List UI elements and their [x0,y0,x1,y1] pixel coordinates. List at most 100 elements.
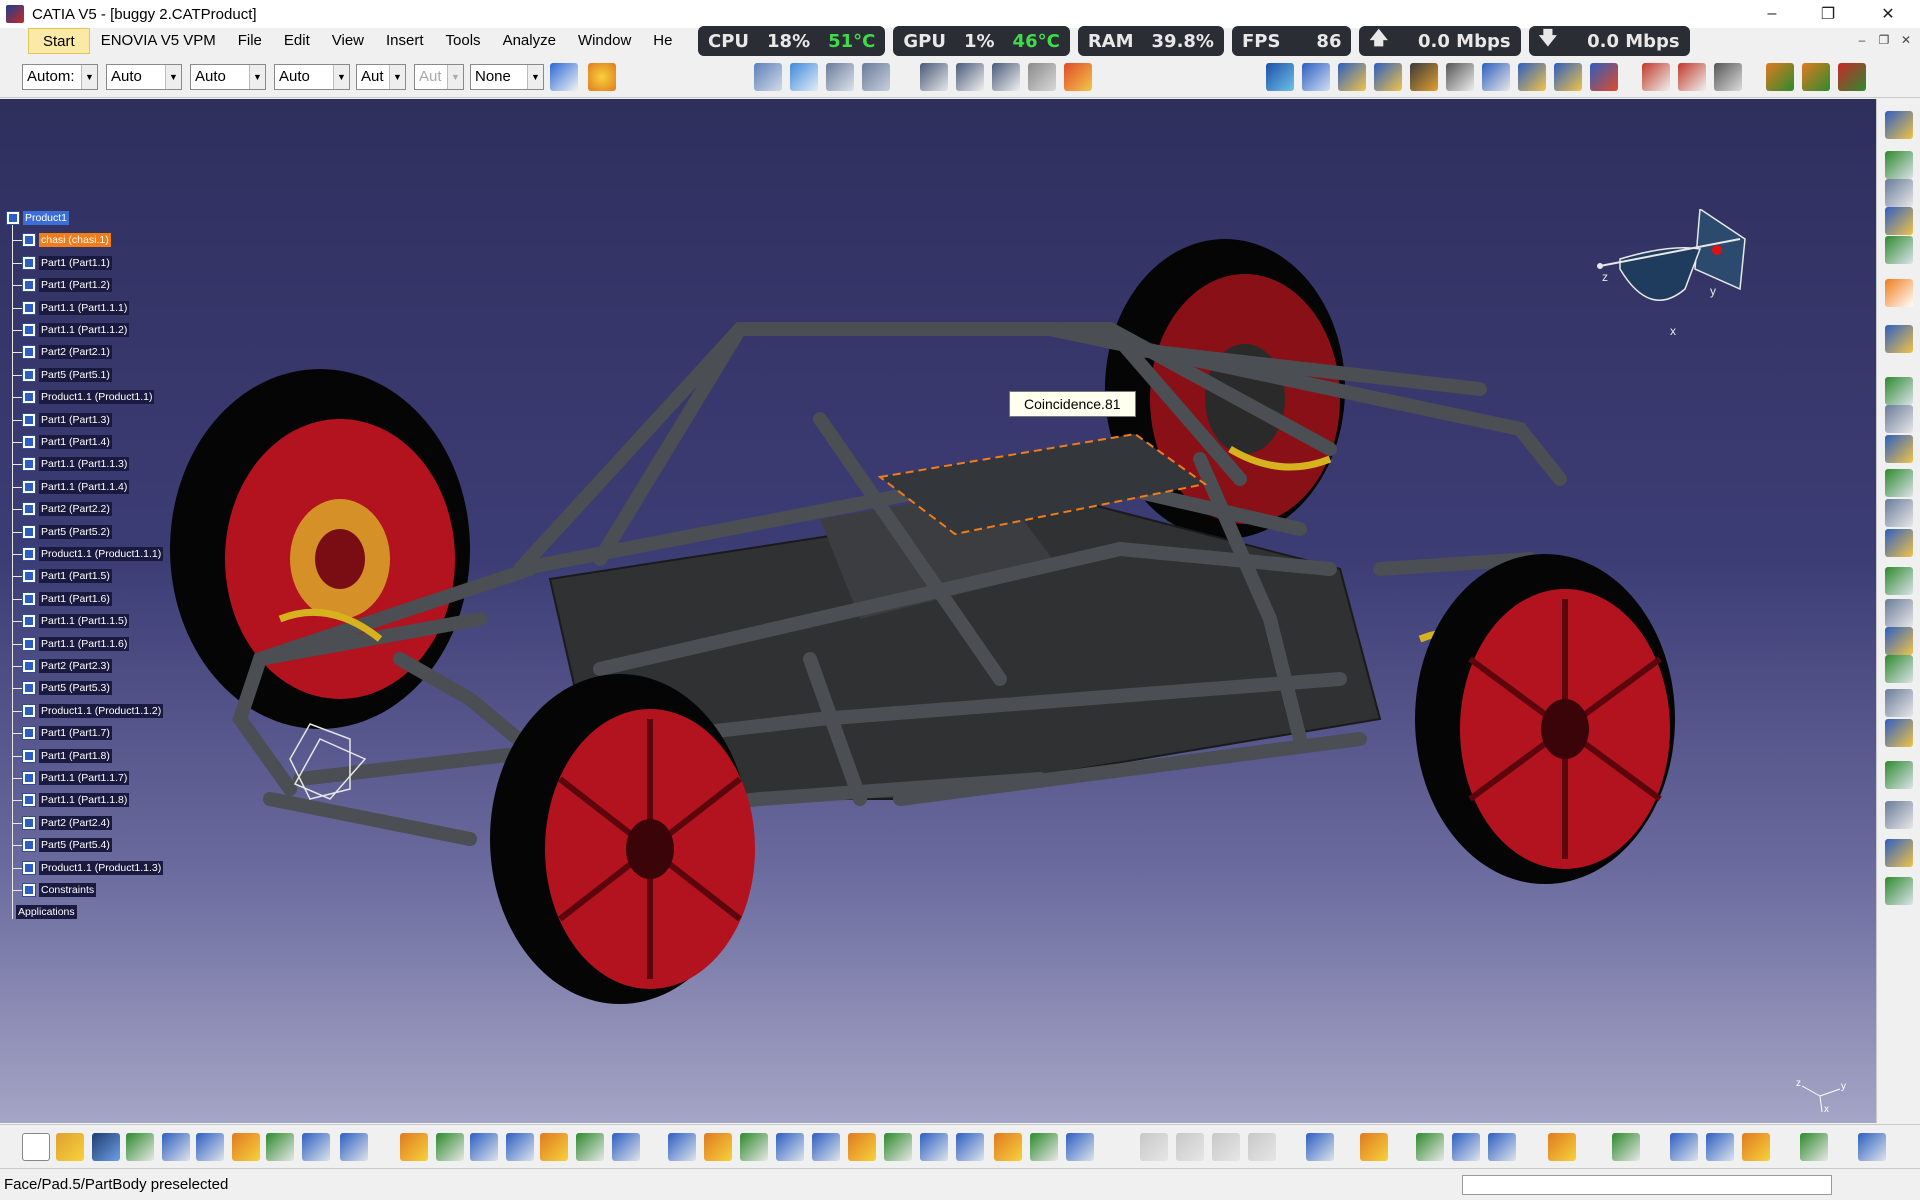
publish-icon[interactable] [1885,839,1913,867]
pan-icon[interactable] [740,1133,768,1161]
new-component-icon[interactable] [754,63,782,91]
bottle-icon[interactable] [1488,1133,1516,1161]
update-all-icon[interactable] [1802,63,1830,91]
space-analysis-icon[interactable] [1885,325,1913,353]
whats-this-icon[interactable] [340,1133,368,1161]
measure-item-icon[interactable] [1885,499,1913,527]
catalog-browser-icon[interactable] [576,1133,604,1161]
comment-icon[interactable] [436,1133,464,1161]
text-annotation-icon[interactable] [956,63,984,91]
menu-analyze[interactable]: Analyze [492,28,567,54]
measure-between-icon[interactable] [1885,469,1913,497]
existing-component-icon[interactable] [862,63,890,91]
sketch-icon[interactable] [1885,877,1913,905]
tree-node[interactable]: Part2 (Part2.1) [22,343,112,361]
knowledge-icon[interactable] [540,1133,568,1161]
tree-node-root[interactable]: Product1 [6,209,70,227]
workbench-icon[interactable] [612,1133,640,1161]
doc-minimize-button[interactable]: – [1852,30,1872,50]
pin-icon[interactable] [470,1133,498,1161]
capture-icon[interactable] [1306,1133,1334,1161]
menu-file[interactable]: File [227,28,273,54]
update-icon[interactable] [1766,63,1794,91]
undo-icon[interactable] [266,1133,294,1161]
dimension-icon[interactable] [920,63,948,91]
tree-node[interactable]: Part1.1 (Part1.1.6) [22,635,130,653]
analysis-icon[interactable] [1452,1133,1480,1161]
engineering-connection-icon[interactable] [1885,111,1913,139]
format-painter-icon[interactable] [550,63,578,91]
tree-node[interactable]: Part1 (Part1.8) [22,747,112,765]
new-part-icon[interactable] [826,63,854,91]
fly-mode-icon[interactable] [668,1133,696,1161]
menu-start[interactable]: Start [28,28,90,54]
new-file-icon[interactable] [22,1133,50,1161]
color-combo[interactable]: Autom: ▼ [22,64,98,90]
compass-icon[interactable]: z y x [1590,209,1760,349]
tree-node[interactable]: Part1.1 (Part1.1.8) [22,791,130,809]
tree-node[interactable]: Part5 (Part5.2) [22,523,112,541]
tree-node-constraints[interactable]: Constraints [22,881,97,899]
design-table-icon[interactable] [1885,761,1913,789]
line-thickness-combo[interactable]: Auto ▼ [190,64,266,90]
rotate-icon[interactable] [776,1133,804,1161]
tree-node-applications[interactable]: Applications [16,903,77,921]
scene-icon[interactable] [1885,207,1913,235]
close-button[interactable]: ✕ [1860,0,1916,28]
manual-update-icon[interactable] [1838,63,1866,91]
maximize-button[interactable]: ❐ [1800,0,1856,28]
tree-node[interactable]: Part1 (Part1.6) [22,590,112,608]
offset-constraint-icon[interactable] [1482,63,1510,91]
tree-node[interactable]: chasi (chasi.1) [22,231,111,249]
menu-edit[interactable]: Edit [273,28,321,54]
menu-enovia[interactable]: ENOVIA V5 VPM [90,28,227,54]
menu-insert[interactable]: Insert [375,28,435,54]
tree-node[interactable]: Part1.1 (Part1.1.3) [22,455,130,473]
zoom-in-icon[interactable] [812,1133,840,1161]
video-icon[interactable] [1360,1133,1388,1161]
tree-node[interactable]: Part1.1 (Part1.1.1) [22,299,130,317]
save-icon[interactable] [92,1133,120,1161]
knowledge-formula-icon[interactable] [1885,599,1913,627]
menu-view[interactable]: View [321,28,375,54]
tree-node[interactable]: Part5 (Part5.4) [22,836,112,854]
iso-view-icon[interactable] [956,1133,984,1161]
cut-icon[interactable] [162,1133,190,1161]
clash-icon[interactable] [1885,377,1913,405]
change-constraint-icon[interactable] [1714,63,1742,91]
redo-icon[interactable] [302,1133,330,1161]
environment-icon[interactable] [1706,1133,1734,1161]
tree-node[interactable]: Part1.1 (Part1.1.4) [22,478,130,496]
tree-node[interactable]: Product1.1 (Product1.1) [22,388,155,406]
copy-icon[interactable] [196,1133,224,1161]
generate-numbering-icon[interactable] [1885,151,1913,179]
contact-constraint-icon[interactable] [1446,63,1474,91]
angle-constraint-icon[interactable] [1518,63,1546,91]
line-type-combo[interactable]: Auto ▼ [274,64,350,90]
tree-node[interactable]: Part1 (Part1.7) [22,724,112,742]
sectioning-icon[interactable] [1885,405,1913,433]
manipulation-icon[interactable] [1302,63,1330,91]
formula-icon[interactable] [400,1133,428,1161]
tree-node[interactable]: Part5 (Part5.1) [22,366,112,384]
tree-node[interactable]: Part2 (Part2.2) [22,500,112,518]
distance-icon[interactable] [1885,435,1913,463]
point-type-combo[interactable]: Aut ▼ [356,64,406,90]
graphic-properties-icon[interactable] [588,63,616,91]
tree-node[interactable]: Product1.1 (Product1.1.2) [22,702,164,720]
tree-node[interactable]: Part1 (Part1.3) [22,411,112,429]
reaction-icon[interactable] [1885,801,1913,829]
tree-node[interactable]: Part2 (Part2.4) [22,814,112,832]
flexible-rigid-icon[interactable] [1678,63,1706,91]
light-icon[interactable] [1742,1133,1770,1161]
tree-node[interactable]: Part5 (Part5.3) [22,679,112,697]
3d-viewport[interactable]: Product1 chasi (chasi.1) Part1 (Part1.1) Pa… [0,99,1876,1123]
bill-of-material-icon[interactable] [1885,179,1913,207]
table-icon[interactable] [506,1133,534,1161]
check-icon[interactable] [1885,719,1913,747]
normal-view-icon[interactable] [884,1133,912,1161]
tree-node[interactable]: Product1.1 (Product1.1.3) [22,859,164,877]
paste-icon[interactable] [232,1133,260,1161]
zoom-out-icon[interactable] [848,1133,876,1161]
tree-node[interactable]: Part1 (Part1.1) [22,254,112,272]
